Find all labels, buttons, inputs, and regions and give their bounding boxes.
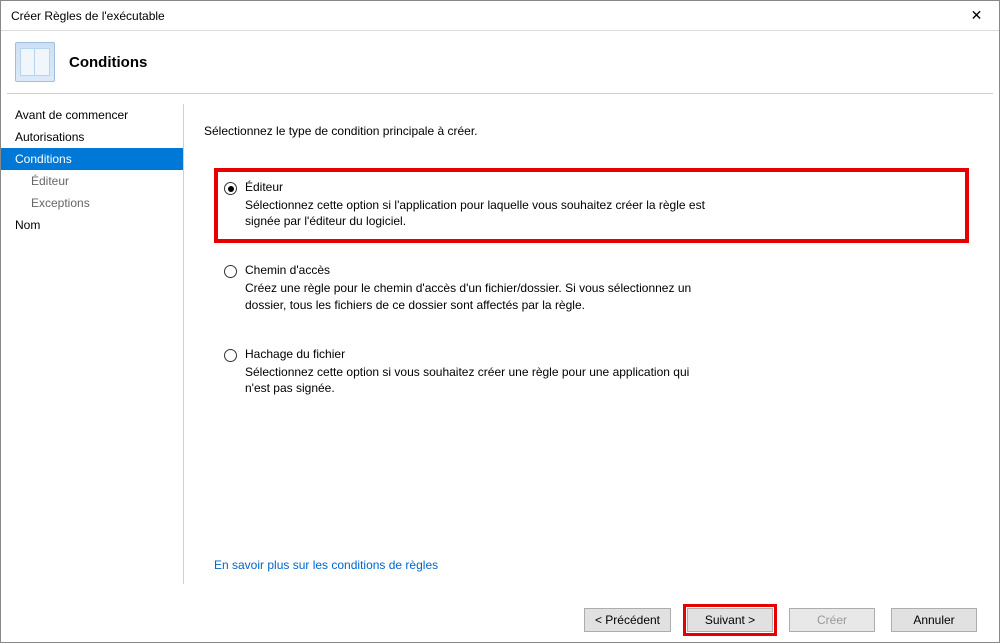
close-button[interactable]: ✕ (954, 1, 999, 31)
option-title: Hachage du fichier (245, 347, 715, 361)
button-bar: < Précédent Suivant > Créer Annuler (1, 594, 999, 644)
option-description: Sélectionnez cette option si l'applicati… (245, 197, 715, 229)
cancel-button[interactable]: Annuler (891, 608, 977, 632)
radio-button[interactable] (224, 182, 237, 195)
conditions-icon (15, 42, 55, 82)
condition-option[interactable]: Hachage du fichier Sélectionnez cette opt… (214, 335, 969, 410)
option-title: Éditeur (245, 180, 715, 194)
option-title: Chemin d'accès (245, 263, 715, 277)
wizard-sidebar: Avant de commencerAutorisationsCondition… (1, 94, 183, 594)
learn-more-link[interactable]: En savoir plus sur les conditions de règ… (204, 558, 969, 584)
radio-button[interactable] (224, 265, 237, 278)
window-title: Créer Règles de l'exécutable (11, 9, 165, 23)
sidebar-item[interactable]: Nom (1, 214, 183, 236)
condition-options: Éditeur Sélectionnez cette option si l'ap… (204, 168, 969, 418)
create-button: Créer (789, 608, 875, 632)
content-area: Sélectionnez le type de condition princi… (184, 94, 999, 594)
next-button[interactable]: Suivant > (687, 608, 773, 632)
condition-option[interactable]: Chemin d'accès Créez une règle pour le ch… (214, 251, 969, 326)
titlebar: Créer Règles de l'exécutable ✕ (1, 1, 999, 31)
page-title: Conditions (69, 54, 147, 71)
sidebar-item[interactable]: Autorisations (1, 126, 183, 148)
option-description: Créez une règle pour le chemin d'accès d… (245, 280, 715, 312)
back-button[interactable]: < Précédent (584, 608, 671, 632)
option-description: Sélectionnez cette option si vous souhai… (245, 364, 715, 396)
sidebar-item[interactable]: Avant de commencer (1, 104, 183, 126)
instruction-text: Sélectionnez le type de condition princi… (204, 124, 969, 138)
sidebar-item[interactable]: Conditions (1, 148, 183, 170)
header: Conditions (1, 31, 999, 93)
sidebar-item[interactable]: Exceptions (1, 192, 183, 214)
close-icon: ✕ (971, 7, 983, 24)
condition-option[interactable]: Éditeur Sélectionnez cette option si l'ap… (214, 168, 969, 243)
sidebar-item[interactable]: Éditeur (1, 170, 183, 192)
radio-button[interactable] (224, 349, 237, 362)
